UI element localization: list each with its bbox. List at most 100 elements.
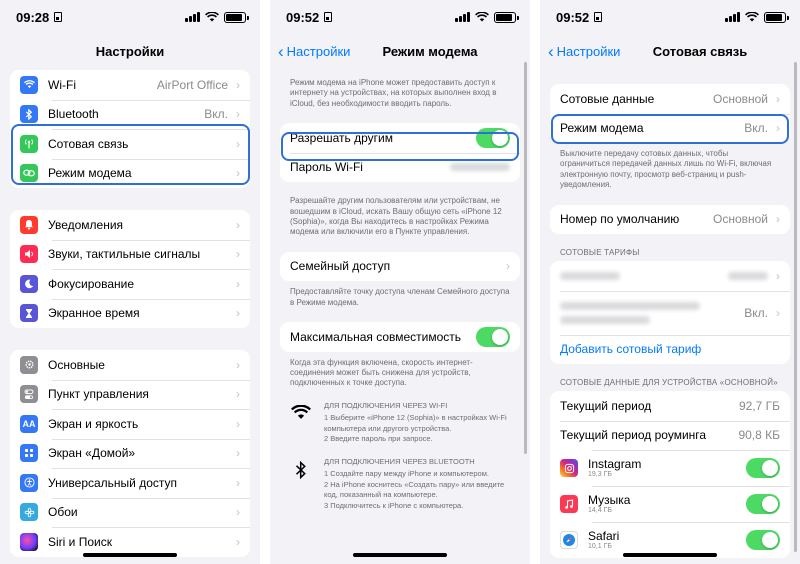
switches-icon [20,385,38,404]
chevron-right-icon: › [776,91,780,106]
settings-row-notifications[interactable]: Уведомления › [10,210,250,240]
nav-bar: ‹ Настройки Сотовая связь [540,38,800,64]
scrollbar[interactable] [524,62,527,454]
hotspot-row[interactable]: Режим модема Вкл. › [550,113,790,144]
default-number-group: Номер по умолчанию Основной › [550,204,790,235]
settings-row-accessibility[interactable]: Универсальный доступ › [10,468,250,498]
chevron-right-icon: › [506,259,510,274]
instagram-icon [560,459,578,478]
cellular-data-row[interactable]: Сотовые данные Основной › [550,84,790,114]
sim-icon [324,12,333,22]
home-indicator[interactable] [83,553,177,557]
row-label: Текущий период роуминга [560,428,707,443]
bluetooth-icon [20,105,38,124]
row-label: Режим модема [560,121,644,136]
plan-row[interactable]: › [550,261,790,291]
chevron-right-icon: › [236,475,240,490]
general-group: Основные › Пункт управления › AA Экран и… [10,350,250,557]
row-value: Основной [712,91,768,106]
row-label: Пароль Wi-Fi [290,160,363,175]
link-icon [20,164,38,183]
row-label: Сотовая связь [48,136,129,151]
row-label: Уведомления [48,217,124,232]
instr-step: 1 Выберите «iPhone 12 (Sophia)» в настро… [324,413,507,433]
settings-row-screen-time[interactable]: Экранное время › [10,298,250,329]
chevron-right-icon: › [236,276,240,291]
signal-icon [455,12,470,22]
settings-row-home-screen[interactable]: Экран «Домой» › [10,438,250,469]
chevron-right-icon: › [776,268,780,283]
instagram-toggle[interactable] [746,458,780,479]
app-name: Safari [588,528,620,543]
hourglass-icon [20,304,38,323]
row-value: Вкл. [744,305,768,320]
max-compat-note: Когда эта функция включена, скорость инт… [290,357,473,388]
add-plan-row[interactable]: Добавить сотовый тариф [550,334,790,365]
settings-row-bluetooth[interactable]: Bluetooth Вкл. › [10,99,250,130]
max-compat-row: Максимальная совместимость [280,322,520,352]
settings-row-control-center[interactable]: Пункт управления › [10,379,250,410]
settings-row-wifi[interactable]: Wi-Fi AirPort Office › [10,70,250,100]
wifi-icon [20,75,38,94]
music-toggle[interactable] [746,494,780,515]
chevron-right-icon: › [236,446,240,461]
blurred-password [450,163,510,172]
wifi-icon [291,404,311,419]
row-label: Сотовые данные [560,91,655,106]
signal-icon [725,12,740,22]
chevron-right-icon: › [236,357,240,372]
status-time: 09:52 [286,9,320,25]
hotspot-screen: 09:52 ‹ Настройки Режим модема Режим моде… [270,0,530,564]
battery-icon [764,11,789,23]
chevron-right-icon: › [236,534,240,549]
back-label: Настройки [556,43,621,59]
grid-icon [20,444,38,463]
family-sharing-row[interactable]: Семейный доступ › [280,252,520,282]
settings-row-sounds[interactable]: Звуки, тактильные сигналы › [10,239,250,270]
settings-row-general[interactable]: Основные › [10,350,250,380]
add-plan-link[interactable]: Добавить сотовый тариф [560,342,780,356]
back-button[interactable]: ‹ Настройки [270,43,350,60]
app-row-music: Музыка 14,4 ГБ [550,486,790,522]
instr-step: 2 Введите пароль при запросе. [324,434,433,444]
scrollbar[interactable] [794,62,797,552]
family-group: Семейный доступ › [280,251,520,282]
row-label: Номер по умолчанию [560,212,680,227]
app-name: Instagram [588,456,642,471]
row-label: Разрешать другим [290,130,393,145]
intro-text: Режим модема на iPhone может предоставит… [290,78,497,108]
wifi-password-row[interactable]: Пароль Wi-Fi [280,152,520,183]
settings-row-focus[interactable]: Фокусирование › [10,269,250,299]
blurred-plan [560,315,650,324]
row-value: Основной [712,212,768,227]
default-number-row[interactable]: Номер по умолчанию Основной › [550,205,790,235]
instr-header: ДЛЯ ПОДКЛЮЧЕНИЯ ЧЕРЕЗ BLUETOOTH [324,456,475,466]
back-button[interactable]: ‹ Настройки [540,43,620,60]
settings-row-cellular[interactable]: Сотовая связь › [10,129,250,159]
cellular-group: Сотовые данные Основной › Режим модема В… [550,84,790,143]
chevron-right-icon: › [236,166,240,181]
chevron-right-icon: › [236,217,240,232]
status-bar: 09:28 [0,0,260,34]
wifi-status-icon [205,12,219,22]
blurred-plan [560,271,620,280]
allow-note: Разрешайте другим пользователям или устр… [290,196,502,237]
screenshots-composite: 09:28 Настройки Wi-Fi AirPort Office › B… [0,0,800,564]
bluetooth-icon [295,460,306,479]
home-indicator[interactable] [353,553,447,557]
allow-others-toggle[interactable] [476,127,510,148]
status-bar: 09:52 [540,0,800,34]
settings-row-display[interactable]: AA Экран и яркость › [10,409,250,439]
max-compat-toggle[interactable] [476,326,510,347]
chevron-right-icon: › [236,416,240,431]
safari-toggle[interactable] [746,530,780,551]
nav-bar: ‹ Настройки Режим модема [270,38,530,64]
settings-row-hotspot[interactable]: Режим модема › [10,158,250,189]
chevron-left-icon: ‹ [278,41,284,61]
app-size: 14,4 ГБ [588,506,612,514]
row-label: Siri и Поиск [48,534,112,549]
home-indicator[interactable] [623,553,717,557]
settings-row-wallpaper[interactable]: Обои › [10,497,250,528]
plan-row[interactable]: Вкл. › [550,290,790,335]
chevron-right-icon: › [236,505,240,520]
